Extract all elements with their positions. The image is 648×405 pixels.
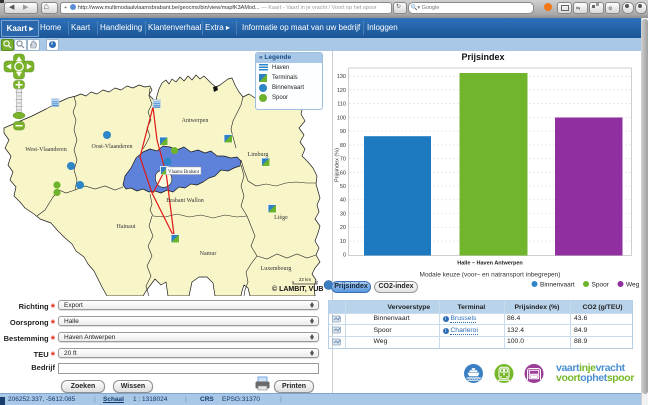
svg-text:Vlaams Brabant: Vlaams Brabant: [168, 170, 200, 175]
svg-text:Namur: Namur: [200, 251, 217, 257]
svg-text:Oost-Vlaanderen: Oost-Vlaanderen: [92, 144, 133, 150]
svg-text:Prijsindex: Prijsindex: [461, 52, 504, 62]
svg-text:100: 100: [337, 115, 346, 121]
svg-text:50: 50: [340, 184, 346, 190]
svg-text:Hainaut: Hainaut: [117, 224, 136, 230]
svg-text:22 km: 22 km: [299, 277, 312, 282]
svg-text:Modale keuze (voor– en natrans: Modale keuze (voor– en natransport inbeg…: [420, 272, 561, 279]
svg-text:40: 40: [340, 198, 346, 204]
svg-text:80: 80: [340, 143, 346, 149]
svg-text:Luxembourg: Luxembourg: [261, 266, 292, 272]
svg-text:10: 10: [340, 239, 346, 245]
svg-text:Liège: Liège: [274, 215, 288, 221]
svg-text:130: 130: [337, 74, 346, 80]
svg-text:120: 120: [337, 88, 346, 94]
svg-text:Antwerpen: Antwerpen: [182, 118, 209, 124]
svg-text:Prijsindex (%): Prijsindex (%): [335, 148, 341, 182]
svg-text:Spoor: Spoor: [592, 282, 610, 289]
svg-text:60: 60: [340, 170, 346, 176]
svg-text:Brabant Wallon: Brabant Wallon: [166, 198, 204, 204]
svg-text:0: 0: [343, 253, 346, 259]
svg-text:30: 30: [340, 212, 346, 218]
svg-text:© LAMBIT, VUB: © LAMBIT, VUB: [272, 285, 323, 293]
svg-text:Limburg: Limburg: [248, 152, 269, 158]
svg-text:90: 90: [340, 129, 346, 135]
svg-text:Binnenvaart: Binnenvaart: [540, 282, 575, 289]
svg-text:110: 110: [337, 102, 346, 108]
svg-text:Halle – Haven Antwerpen: Halle – Haven Antwerpen: [457, 261, 523, 267]
svg-text:20: 20: [340, 225, 346, 231]
svg-text:West-Vlaanderen: West-Vlaanderen: [25, 147, 67, 153]
svg-text:Weg: Weg: [626, 282, 640, 289]
svg-text:70: 70: [340, 157, 346, 163]
